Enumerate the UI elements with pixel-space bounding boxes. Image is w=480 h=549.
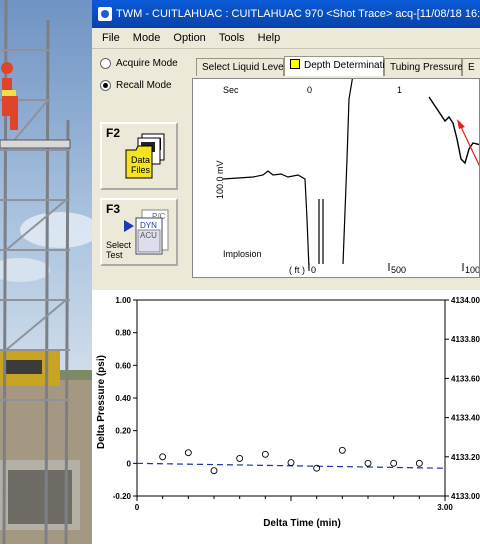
tab-tubing-pressure-label: Tubing Pressure [390, 62, 463, 73]
trace-depth-500: 500 [391, 265, 406, 275]
y-tick-label: 0.60 [115, 361, 131, 370]
pressure-chart: 1.00 0.80 0.60 0.40 0.20 0 -0.20 4134.00 4133.8… [92, 290, 480, 544]
yellow-square-icon [290, 59, 300, 69]
arrow-marker-icon [457, 119, 465, 129]
y2-tick-label: 4134.00 [451, 296, 480, 305]
trace-implosion-label: Implosion [223, 249, 262, 259]
select-test-label-1: Select [106, 240, 132, 250]
trace-mv-label: 100.0 mV [215, 160, 225, 199]
y-tick-label: 0.40 [115, 394, 131, 403]
trace-time-1: 1 [397, 85, 402, 95]
data-files-icon: Data Files [125, 133, 165, 179]
acquire-mode-label: Acquire Mode [116, 57, 178, 69]
recall-mode-label: Recall Mode [116, 79, 172, 91]
plot-area [136, 299, 446, 497]
data-files-label-2: Files [131, 165, 151, 175]
trace-depth-0: 0 [311, 265, 316, 275]
f3-key-label: F3 [106, 202, 121, 216]
tab-select-liquid-level[interactable]: Select Liquid Level [196, 58, 286, 76]
menu-help[interactable]: Help [258, 32, 281, 44]
pressure-chart-svg: 1.000.800.600.400.200-0.20 4134.004133.8… [96, 296, 480, 529]
acquire-mode-option[interactable]: Acquire Mode [100, 52, 188, 74]
site-photo [0, 0, 92, 544]
twm-window: TWM - CUITLAHUAC : CUITLAHUAC 970 <Shot … [92, 0, 480, 290]
menu-file[interactable]: File [102, 32, 120, 44]
x-tick-label: 0 [135, 503, 140, 512]
acoustic-trace-plot: Sec 0 1 100.0 mV Implosion ( ft ) 0 500 … [215, 79, 480, 275]
trace-ft-label: ( ft ) [289, 265, 305, 275]
menu-option[interactable]: Option [173, 32, 205, 44]
tab-depth-determination-label: Depth Determination [304, 60, 396, 71]
x-tick-label: 3.00 [437, 503, 453, 512]
y-tick-label: 0.20 [115, 427, 131, 436]
y-tick-label: 1.00 [115, 296, 131, 305]
trace-depth-1000: 1000 [465, 265, 480, 275]
arrow-right-icon [124, 220, 134, 232]
menu-tools[interactable]: Tools [219, 32, 245, 44]
trace-waveform-spike [342, 79, 353, 265]
scaffold-photo-image [0, 0, 92, 544]
title-bar[interactable]: TWM - CUITLAHUAC : CUITLAHUAC 970 <Shot … [92, 0, 480, 28]
data-files-button[interactable]: F2 Data Files [100, 122, 178, 190]
tab-more-label: E [468, 62, 475, 73]
select-test-button[interactable]: F3 P/C DYN ACU Select Test [100, 198, 178, 266]
doc-acu-label: ACU [140, 231, 157, 240]
y2-tick-label: 4133.20 [451, 453, 480, 462]
y-tick-label: -0.20 [113, 492, 132, 501]
y-tick-label: 0 [127, 459, 132, 468]
data-files-label-1: Data [131, 155, 150, 165]
doc-dyn-label: DYN [140, 221, 157, 230]
app-icon [98, 7, 112, 21]
mode-selector: Acquire Mode Recall Mode [100, 52, 188, 96]
y2-tick-label: 4133.80 [451, 335, 480, 344]
trace-time-0: 0 [307, 85, 312, 95]
tab-select-liquid-level-label: Select Liquid Level [202, 62, 286, 73]
tab-tubing-pressure[interactable]: Tubing Pressure [384, 58, 463, 76]
menu-bar: File Mode Option Tools Help [92, 28, 480, 49]
tab-more[interactable]: E [462, 58, 480, 76]
trace-sec-label: Sec [223, 85, 239, 95]
y2-tick-label: 4133.40 [451, 414, 480, 423]
analysis-tabs: Select Liquid Level Depth Determination … [192, 56, 480, 76]
recall-mode-option[interactable]: Recall Mode [100, 74, 188, 96]
menu-mode[interactable]: Mode [133, 32, 161, 44]
y2-tick-label: 4133.00 [451, 492, 480, 501]
tab-depth-determination[interactable]: Depth Determination [284, 56, 396, 76]
x-axis-title: Delta Time (min) [263, 518, 341, 529]
recall-mode-radio[interactable] [100, 79, 111, 91]
acquire-mode-radio[interactable] [100, 57, 111, 69]
select-test-label-2: Test [106, 250, 123, 260]
y2-tick-label: 4133.60 [451, 374, 480, 383]
window-title: TWM - CUITLAHUAC : CUITLAHUAC 970 <Shot … [116, 8, 480, 20]
select-test-icon: P/C DYN ACU [124, 209, 169, 255]
acoustic-trace-panel: Sec 0 1 100.0 mV Implosion ( ft ) 0 500 … [192, 78, 480, 278]
trace-waveform-right [428, 96, 479, 165]
y-tick-label: 0.80 [115, 329, 131, 338]
f2-key-label: F2 [106, 126, 121, 140]
select-test-label: Select Test [106, 240, 131, 260]
y-axis-title: Delta Pressure (psi) [96, 355, 107, 449]
